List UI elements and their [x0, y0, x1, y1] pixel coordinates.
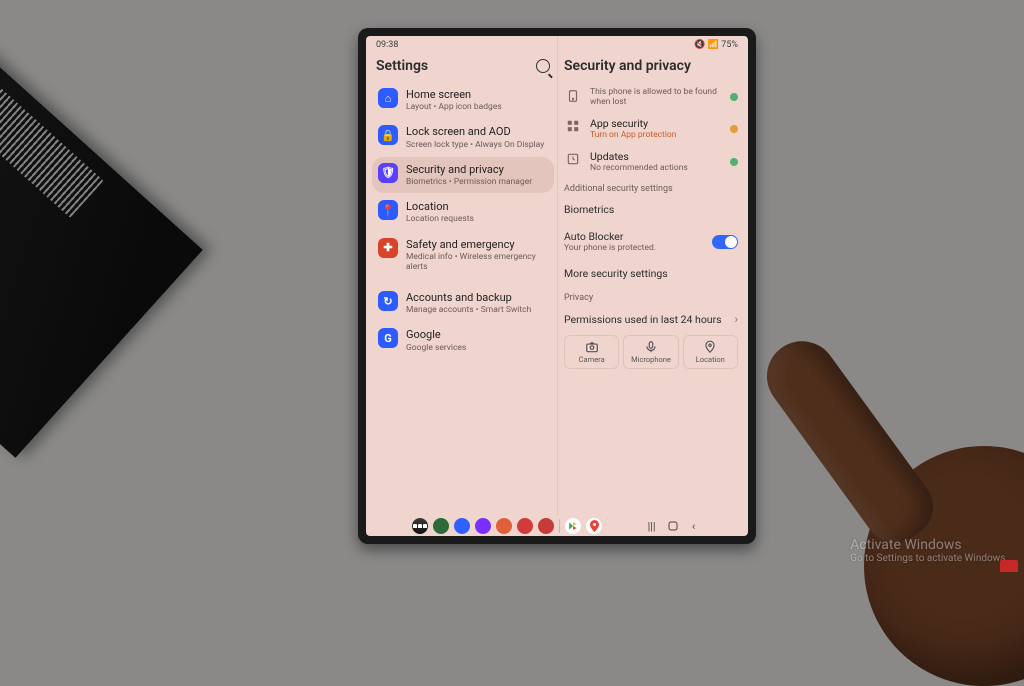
- find-phone-icon: [564, 87, 582, 105]
- status-bar: 09:38 🔇 📶 75%: [372, 40, 742, 52]
- taskbar: ||| ‹: [372, 514, 742, 534]
- settings-item-safety-emergency[interactable]: ✚ Safety and emergency Medical info • Wi…: [372, 232, 554, 279]
- item-more-security[interactable]: More security settings: [560, 260, 742, 287]
- item-label: Auto Blocker: [564, 230, 656, 243]
- settings-title: Settings: [376, 58, 428, 74]
- privacy-card-microphone[interactable]: Microphone: [623, 335, 678, 369]
- privacy-card-label: Microphone: [631, 355, 671, 364]
- product-box: Galaxy Z Fold6: [0, 0, 203, 458]
- section-privacy: Privacy: [560, 287, 742, 305]
- nav-home[interactable]: [665, 518, 681, 534]
- privacy-card-location[interactable]: Location: [683, 335, 738, 369]
- settings-item-sub: Screen lock type • Always On Display: [406, 140, 544, 150]
- privacy-card-label: Camera: [579, 355, 605, 364]
- status-dot-warn: [730, 125, 738, 133]
- settings-item-sub: Biometrics • Permission manager: [406, 177, 532, 187]
- privacy-icon-row: Camera Microphone Location: [560, 333, 742, 371]
- card-app-security[interactable]: App security Turn on App protection: [560, 112, 742, 145]
- settings-item-sub: Google services: [406, 343, 466, 353]
- card-label: App security: [590, 117, 718, 130]
- nav-back[interactable]: ‹: [686, 518, 702, 534]
- section-additional-security: Additional security settings: [560, 178, 742, 196]
- signal-icon: 📶: [708, 40, 719, 50]
- apps-icon: [564, 117, 582, 135]
- settings-item-label: Google: [406, 328, 466, 341]
- settings-item-label: Location: [406, 200, 474, 213]
- item-biometrics[interactable]: Biometrics: [560, 196, 742, 223]
- detail-title: Security and privacy: [564, 58, 691, 74]
- settings-item-accounts-backup[interactable]: ↻ Accounts and backup Manage accounts • …: [372, 285, 554, 321]
- card-sub: No recommended actions: [590, 163, 718, 173]
- taskbar-app[interactable]: [433, 518, 449, 534]
- settings-item-sub: Layout • App icon badges: [406, 102, 502, 112]
- settings-item-label: Security and privacy: [406, 163, 532, 176]
- settings-item-google[interactable]: G Google Google services: [372, 322, 554, 358]
- settings-item-location[interactable]: 📍 Location Location requests: [372, 194, 554, 230]
- taskbar-app[interactable]: [517, 518, 533, 534]
- taskbar-app[interactable]: [412, 518, 428, 534]
- item-label: More security settings: [564, 267, 668, 280]
- microphone-icon: [644, 340, 658, 354]
- home-icon: ⌂: [378, 88, 398, 108]
- settings-item-label: Lock screen and AOD: [406, 125, 544, 138]
- settings-item-sub: Manage accounts • Smart Switch: [406, 305, 531, 315]
- card-find-phone[interactable]: This phone is allowed to be found when l…: [560, 82, 742, 112]
- card-label: Updates: [590, 150, 718, 163]
- item-sub: Your phone is protected.: [564, 243, 656, 253]
- updates-icon: [564, 150, 582, 168]
- settings-item-label: Safety and emergency: [406, 238, 548, 251]
- item-auto-blocker[interactable]: Auto Blocker Your phone is protected.: [560, 223, 742, 260]
- taskbar-app[interactable]: [538, 518, 554, 534]
- corner-badge: [1000, 560, 1018, 572]
- device-screen: 09:38 🔇 📶 75% Settings ⌂ Home screen: [366, 36, 748, 536]
- taskbar-app-playstore[interactable]: [565, 518, 581, 534]
- card-sub: This phone is allowed to be found when l…: [590, 87, 718, 107]
- auto-blocker-toggle[interactable]: [712, 235, 738, 249]
- status-time: 09:38: [376, 40, 398, 50]
- settings-item-security-privacy[interactable]: 🛡 Security and privacy Biometrics • Perm…: [372, 157, 554, 193]
- taskbar-separator: [559, 519, 560, 533]
- settings-item-sub: Location requests: [406, 214, 474, 224]
- mute-icon: 🔇: [694, 40, 705, 50]
- battery-percent: 75%: [721, 40, 738, 50]
- settings-item-label: Accounts and backup: [406, 291, 531, 304]
- sync-icon: ↻: [378, 291, 398, 311]
- privacy-card-camera[interactable]: Camera: [564, 335, 619, 369]
- taskbar-app-maps[interactable]: [586, 518, 602, 534]
- card-updates[interactable]: Updates No recommended actions: [560, 145, 742, 178]
- status-right: 🔇 📶 75%: [694, 40, 738, 50]
- privacy-card-label: Location: [696, 355, 725, 364]
- settings-item-home-screen[interactable]: ⌂ Home screen Layout • App icon badges: [372, 82, 554, 118]
- watermark-title: Activate Windows: [850, 537, 1008, 553]
- camera-icon: [585, 340, 599, 354]
- item-label: Biometrics: [564, 203, 614, 216]
- settings-item-lock-screen[interactable]: 🔒 Lock screen and AOD Screen lock type •…: [372, 119, 554, 155]
- status-dot-ok: [730, 158, 738, 166]
- location-icon: 📍: [378, 200, 398, 220]
- detail-pane: Security and privacy This phone is allow…: [560, 52, 742, 514]
- item-permissions-24h[interactable]: Permissions used in last 24 hours ›: [560, 305, 742, 333]
- watermark-sub: Go to Settings to activate Windows.: [850, 553, 1008, 564]
- item-label: Permissions used in last 24 hours: [564, 313, 722, 326]
- hand: [734, 286, 1024, 646]
- card-sub: Turn on App protection: [590, 130, 718, 140]
- google-icon: G: [378, 328, 398, 348]
- device-frame: 09:38 🔇 📶 75% Settings ⌂ Home screen: [358, 28, 756, 544]
- emergency-icon: ✚: [378, 238, 398, 258]
- barcode: [0, 67, 104, 218]
- taskbar-app[interactable]: [475, 518, 491, 534]
- taskbar-app[interactable]: [496, 518, 512, 534]
- settings-item-sub: Medical info • Wireless emergency alerts: [406, 252, 548, 272]
- settings-list: ⌂ Home screen Layout • App icon badges 🔒…: [372, 82, 554, 359]
- lock-icon: 🔒: [378, 125, 398, 145]
- windows-watermark: Activate Windows Go to Settings to activ…: [850, 537, 1008, 564]
- search-icon[interactable]: [536, 59, 550, 73]
- shield-icon: 🛡: [378, 163, 398, 183]
- status-dot-ok: [730, 93, 738, 101]
- settings-item-label: Home screen: [406, 88, 502, 101]
- location-pin-icon: [703, 340, 717, 354]
- taskbar-app[interactable]: [454, 518, 470, 534]
- nav-recents[interactable]: |||: [644, 518, 660, 534]
- settings-pane: Settings ⌂ Home screen Layout • App icon…: [372, 52, 554, 514]
